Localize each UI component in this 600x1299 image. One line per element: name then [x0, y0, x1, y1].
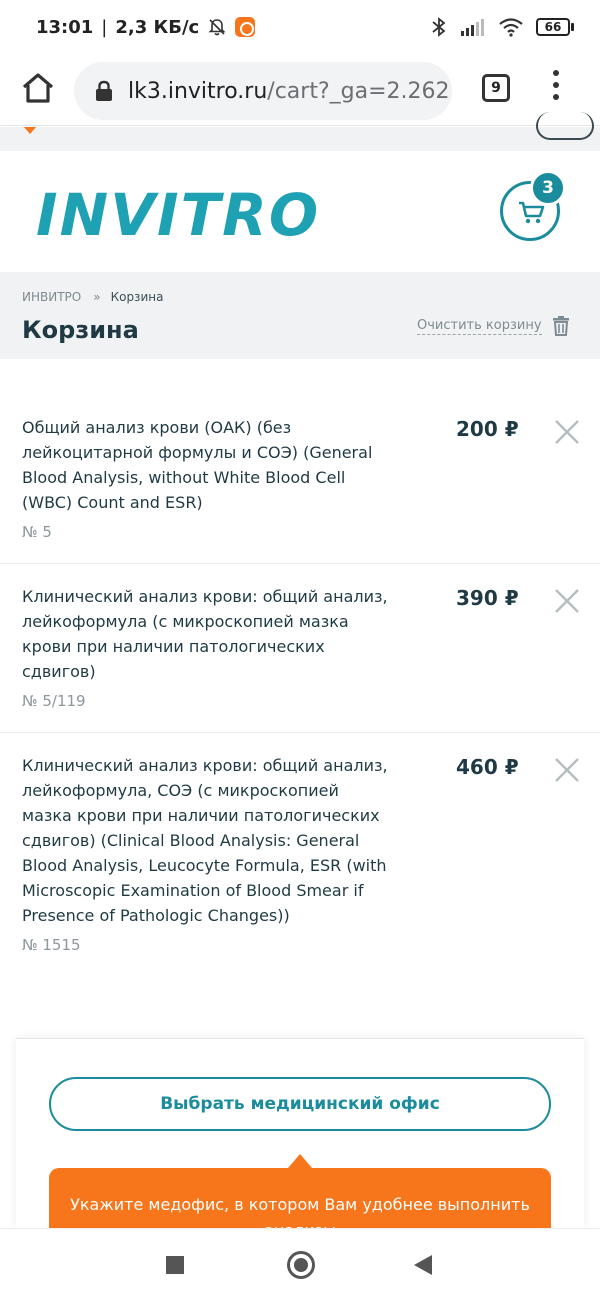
- recent-apps-icon[interactable]: [166, 1256, 184, 1274]
- signal-icon: [461, 19, 484, 36]
- android-nav-bar: [0, 1228, 600, 1299]
- breadcrumb-separator: »: [93, 290, 101, 304]
- page-top-strip: [0, 127, 600, 151]
- bell-off-icon: [208, 19, 226, 36]
- item-price: 200 ₽: [456, 417, 519, 441]
- remove-item-close-icon[interactable]: [554, 419, 580, 445]
- site-header: INVITRO: [0, 151, 600, 272]
- item-price: 390 ₽: [456, 586, 519, 610]
- browser-menu-icon[interactable]: [548, 70, 564, 108]
- breadcrumb-current: Корзина: [110, 290, 164, 304]
- remove-item-close-icon[interactable]: [554, 757, 580, 783]
- office-section: Выбрать медицинский офис Укажите медофис…: [16, 1038, 584, 1238]
- battery-tip: [571, 23, 574, 31]
- status-separator: |: [101, 16, 108, 38]
- lock-icon: [96, 80, 112, 101]
- home-nav-icon[interactable]: [287, 1251, 315, 1279]
- tab-switcher-button[interactable]: 9: [482, 74, 510, 102]
- choose-office-button[interactable]: Выбрать медицинский офис: [49, 1077, 551, 1131]
- app-notification-icon: [235, 17, 256, 37]
- battery-level: 66: [536, 18, 570, 36]
- top-pill-button[interactable]: [536, 112, 594, 140]
- cart-item: Общий анализ крови (ОАК) (без лейкоцитар…: [0, 395, 600, 564]
- clear-cart-button[interactable]: Очистить корзину: [417, 316, 570, 336]
- home-icon[interactable]: [18, 68, 58, 108]
- cart-list: Общий анализ крови (ОАК) (без лейкоцитар…: [0, 395, 600, 974]
- item-name[interactable]: Общий анализ крови (ОАК) (без лейкоцитар…: [22, 415, 392, 515]
- breadcrumb: ИНВИТРО » Корзина: [22, 290, 163, 304]
- breadcrumb-home-link[interactable]: ИНВИТРО: [22, 290, 81, 304]
- trash-icon: [552, 316, 569, 336]
- item-code: № 5: [22, 523, 52, 541]
- item-name[interactable]: Клинический анализ крови: общий анализ, …: [22, 753, 392, 928]
- cart-count-badge: 3: [530, 170, 566, 206]
- invitro-logo[interactable]: INVITRO: [36, 181, 320, 249]
- hint-arrow: [288, 1154, 312, 1168]
- wifi-icon: [499, 18, 523, 37]
- cart-item: Клинический анализ крови: общий анализ, …: [0, 564, 600, 733]
- page-title: Корзина: [22, 316, 139, 344]
- cart-item: Клинический анализ крови: общий анализ, …: [0, 733, 600, 974]
- clear-cart-label: Очистить корзину: [417, 317, 542, 335]
- title-area: ИНВИТРО » Корзина Корзина Очистить корзи…: [0, 272, 600, 359]
- item-code: № 1515: [22, 936, 81, 954]
- bluetooth-icon: [432, 17, 446, 37]
- address-bar[interactable]: lk3.invitro.ru/cart?_ga=2.262: [74, 62, 452, 120]
- status-right: 66: [430, 16, 574, 38]
- network-speed: 2,3 КБ/с: [115, 16, 200, 38]
- battery-indicator: 66: [536, 18, 574, 36]
- remove-item-close-icon[interactable]: [554, 588, 580, 614]
- browser-toolbar: lk3.invitro.ru/cart?_ga=2.262 9: [0, 54, 600, 126]
- dropdown-caret-icon: [24, 127, 36, 134]
- status-left: 13:01 | 2,3 КБ/с: [36, 16, 256, 38]
- item-code: № 5/119: [22, 692, 86, 710]
- back-nav-icon[interactable]: [414, 1255, 432, 1275]
- status-time: 13:01: [36, 16, 94, 38]
- item-price: 460 ₽: [456, 755, 519, 779]
- status-bar: 13:01 | 2,3 КБ/с 66: [0, 0, 600, 54]
- url-path: /cart?_ga=2.262: [267, 78, 450, 104]
- item-name[interactable]: Клинический анализ крови: общий анализ, …: [22, 584, 392, 684]
- url-host: lk3.invitro.ru: [128, 78, 268, 104]
